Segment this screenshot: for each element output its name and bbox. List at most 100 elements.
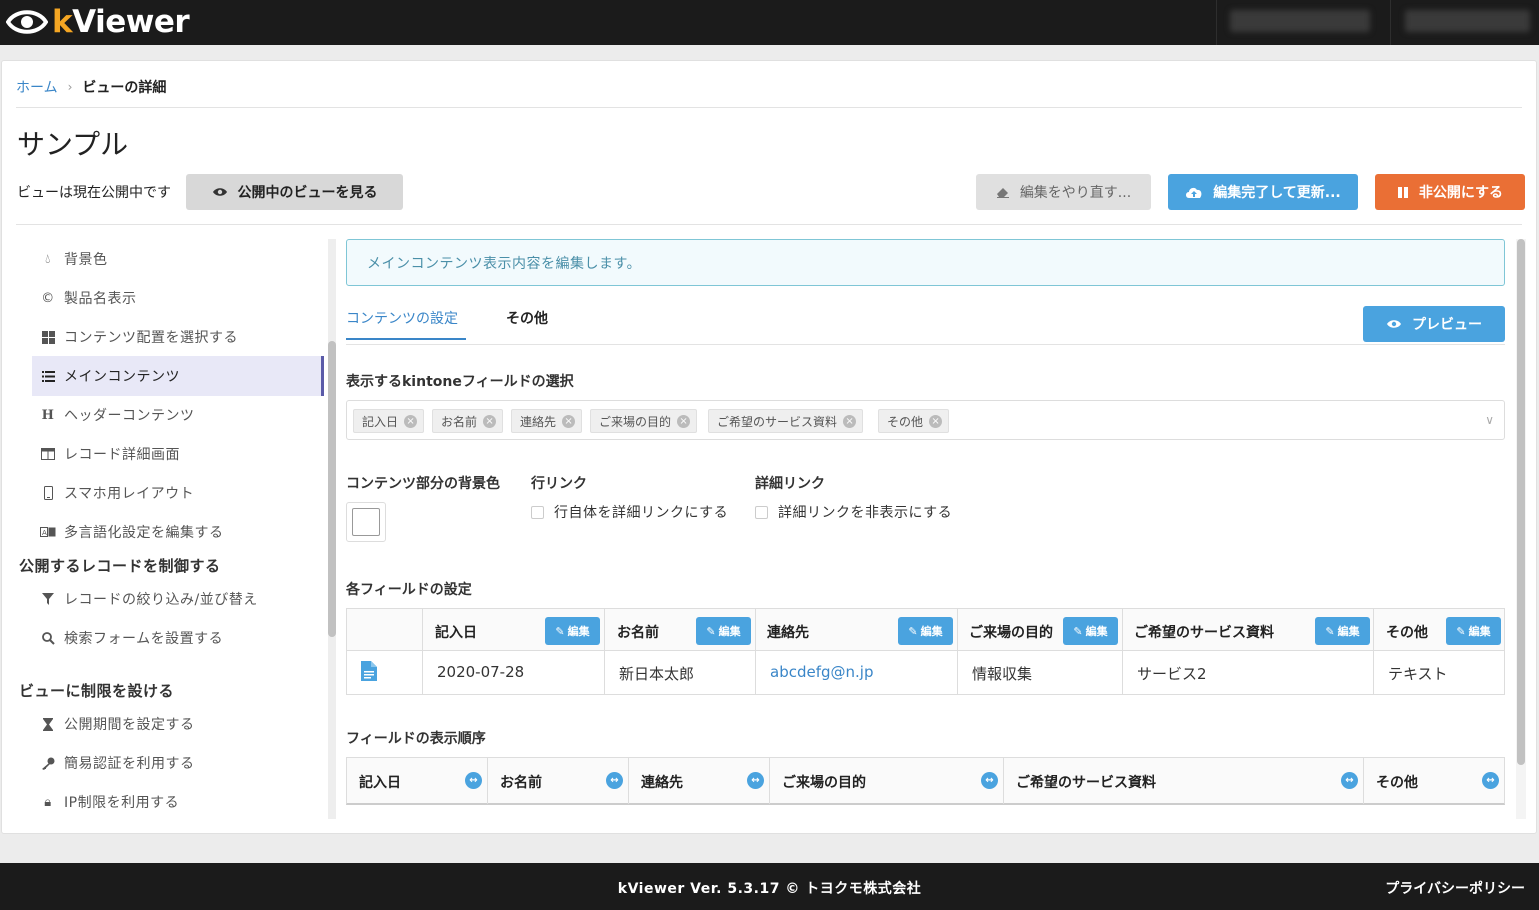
remove-chip-icon[interactable]: × xyxy=(843,414,857,428)
svg-text:A: A xyxy=(42,529,47,537)
field-chip[interactable]: ご来場の目的 × xyxy=(590,409,698,433)
bg-color-picker[interactable] xyxy=(346,502,386,542)
edit-icon: ✎ xyxy=(555,624,565,638)
drag-handle-icon[interactable]: ↔ xyxy=(465,772,482,789)
document-icon[interactable] xyxy=(361,661,377,685)
sidebar-item-label: レコード詳細画面 xyxy=(64,447,180,463)
redo-edit-button[interactable]: 編集をやり直す... xyxy=(976,174,1151,210)
table-cell-other: テキスト xyxy=(1388,665,1448,683)
order-column[interactable]: 連絡先 ↔ xyxy=(629,758,770,804)
remove-chip-icon[interactable]: × xyxy=(929,414,943,428)
row-link-checkbox[interactable] xyxy=(531,505,544,519)
sidebar-section-restrict: ビューに制限を設ける xyxy=(19,682,175,700)
sidebar-item-label: ヘッダーコンテンツ xyxy=(64,408,195,424)
unpublish-button[interactable]: 非公開にする xyxy=(1375,174,1525,210)
field-chip[interactable]: 記入日 × xyxy=(353,409,425,433)
sidebar-item-simple-auth[interactable]: 簡易認証を利用する xyxy=(32,743,324,783)
remove-chip-icon[interactable]: × xyxy=(677,414,691,428)
sidebar-item-main-content[interactable]: メインコンテンツ xyxy=(32,356,324,396)
edit-field-button[interactable]: ✎ 編集 xyxy=(1315,617,1370,645)
breadcrumb-home-link[interactable]: ホーム xyxy=(16,77,58,97)
edit-field-button[interactable]: ✎ 編集 xyxy=(1446,617,1501,645)
sidebar-item-product-name[interactable]: © 製品名表示 xyxy=(32,278,324,318)
finish-update-button[interactable]: 編集完了して更新... xyxy=(1168,174,1358,210)
view-public-button[interactable]: 公開中のビューを見る xyxy=(186,174,403,210)
content-scrollbar-thumb[interactable] xyxy=(1517,239,1525,765)
main-card: ホーム › ビューの詳細 サンプル ビューは現在公開中です 公開中のビューを見る… xyxy=(1,60,1537,834)
drag-handle-icon[interactable]: ↔ xyxy=(606,772,623,789)
unpublish-label: 非公開にする xyxy=(1418,185,1504,201)
edit-field-button[interactable]: ✎ 編集 xyxy=(696,617,751,645)
chevron-down-icon[interactable]: ∨ xyxy=(1485,413,1494,427)
table-cell-name: 新日本太郎 xyxy=(619,665,695,683)
order-column[interactable]: 記入日 ↔ xyxy=(347,758,488,804)
privacy-policy-link[interactable]: プライバシーポリシー xyxy=(1385,878,1525,898)
column-header: その他 xyxy=(1386,625,1428,641)
sidebar-item-header-content[interactable]: H ヘッダーコンテンツ xyxy=(32,395,324,435)
drag-handle-icon[interactable]: ↔ xyxy=(1341,772,1358,789)
field-chip[interactable]: その他 × xyxy=(878,409,950,433)
field-chip[interactable]: お名前 × xyxy=(432,409,504,433)
sidebar-scrollbar[interactable] xyxy=(328,239,336,819)
eye-logo-icon xyxy=(6,10,48,34)
tab-content-settings[interactable]: コンテンツの設定 xyxy=(346,308,466,340)
edit-field-button[interactable]: ✎ 編集 xyxy=(545,617,600,645)
column-header: ご希望のサービス資料 xyxy=(1016,775,1156,791)
field-chip[interactable]: 連絡先 × xyxy=(511,409,583,433)
order-column[interactable]: その他 ↔ xyxy=(1364,758,1504,804)
drag-handle-icon[interactable]: ↔ xyxy=(1482,772,1499,789)
sidebar-item-mobile-layout[interactable]: スマホ用レイアウト xyxy=(32,473,324,513)
sidebar-item-multilanguage[interactable]: A 多言語化設定を編集する xyxy=(32,512,324,552)
app-name: kViewer xyxy=(52,4,190,40)
drag-handle-icon[interactable]: ↔ xyxy=(747,772,764,789)
topbar-divider xyxy=(1390,0,1391,45)
column-header: ご希望のサービス資料 xyxy=(1134,625,1274,641)
table-cell-service: サービス2 xyxy=(1137,665,1207,683)
heading-icon: H xyxy=(41,407,55,423)
field-multiselect[interactable]: 記入日 × お名前 × 連絡先 × ご来場の目的 × ご希望のサービス資料 × その他 × … xyxy=(346,400,1505,440)
drag-handle-icon[interactable]: ↔ xyxy=(981,772,998,789)
row-link-label: 行リンク xyxy=(531,476,587,492)
content-scrollbar[interactable] xyxy=(1516,239,1526,819)
sidebar-item-label: スマホ用レイアウト xyxy=(64,486,195,502)
field-select-label: 表示するkintoneフィールドの選択 xyxy=(346,374,574,390)
order-column[interactable]: ご希望のサービス資料 ↔ xyxy=(1004,758,1364,804)
edit-field-button[interactable]: ✎ 編集 xyxy=(1063,617,1118,645)
field-order-table: 記入日 ↔ お名前 ↔ 連絡先 ↔ ご来場の目的 ↔ ご希望のサービス資料 ↔ … xyxy=(346,757,1505,805)
preview-button[interactable]: プレビュー xyxy=(1363,306,1505,342)
sidebar-item-record-detail[interactable]: レコード詳細画面 xyxy=(32,434,324,474)
sidebar-item-background-color[interactable]: 💧︎ 背景色 xyxy=(32,239,324,279)
sidebar-item-label: IP制限を利用する xyxy=(64,795,180,811)
sidebar-item-search-form[interactable]: 検索フォームを設置する xyxy=(32,618,324,658)
detail-link-checkbox[interactable] xyxy=(755,505,768,519)
copyright-icon: © xyxy=(41,290,55,306)
row-link-option[interactable]: 行自体を詳細リンクにする xyxy=(531,502,728,522)
footer-copyright: kViewer Ver. 5.3.17 © トヨクモ株式会社 xyxy=(617,881,922,897)
edit-icon: ✎ xyxy=(1456,624,1466,638)
preview-label: プレビュー xyxy=(1412,317,1482,333)
top-bar: kViewer xyxy=(0,0,1539,45)
sidebar-item-publish-period[interactable]: 公開期間を設定する xyxy=(32,704,324,744)
order-column[interactable]: ご来場の目的 ↔ xyxy=(770,758,1004,804)
account-menu-blurred[interactable] xyxy=(1405,10,1530,32)
sidebar-item-layout[interactable]: コンテンツ配置を選択する xyxy=(32,317,324,357)
app-logo[interactable]: kViewer xyxy=(6,4,190,40)
sidebar-item-record-filter[interactable]: レコードの絞り込み/並び替え xyxy=(32,579,324,619)
view-public-label: 公開中のビューを見る xyxy=(237,185,378,201)
order-column[interactable]: お名前 ↔ xyxy=(488,758,629,804)
table-cell-email-link[interactable]: abcdefg@n.jp xyxy=(770,663,873,681)
tab-other[interactable]: その他 xyxy=(506,308,548,328)
column-header: ご来場の目的 xyxy=(782,775,866,791)
sidebar-section-records: 公開するレコードを制御する xyxy=(19,557,221,575)
sidebar-scrollbar-thumb[interactable] xyxy=(328,341,336,637)
remove-chip-icon[interactable]: × xyxy=(404,414,418,428)
remove-chip-icon[interactable]: × xyxy=(562,414,576,428)
user-menu-blurred[interactable] xyxy=(1230,10,1370,32)
edit-field-button[interactable]: ✎ 編集 xyxy=(898,617,953,645)
field-chip[interactable]: ご希望のサービス資料 × xyxy=(708,409,864,433)
detail-link-option[interactable]: 詳細リンクを非表示にする xyxy=(755,502,952,522)
sidebar-item-ip-restrict[interactable]: 🔒︎ IP制限を利用する xyxy=(32,782,324,819)
column-header: お名前 xyxy=(500,775,542,791)
tab-divider xyxy=(346,344,1505,345)
remove-chip-icon[interactable]: × xyxy=(483,414,497,428)
